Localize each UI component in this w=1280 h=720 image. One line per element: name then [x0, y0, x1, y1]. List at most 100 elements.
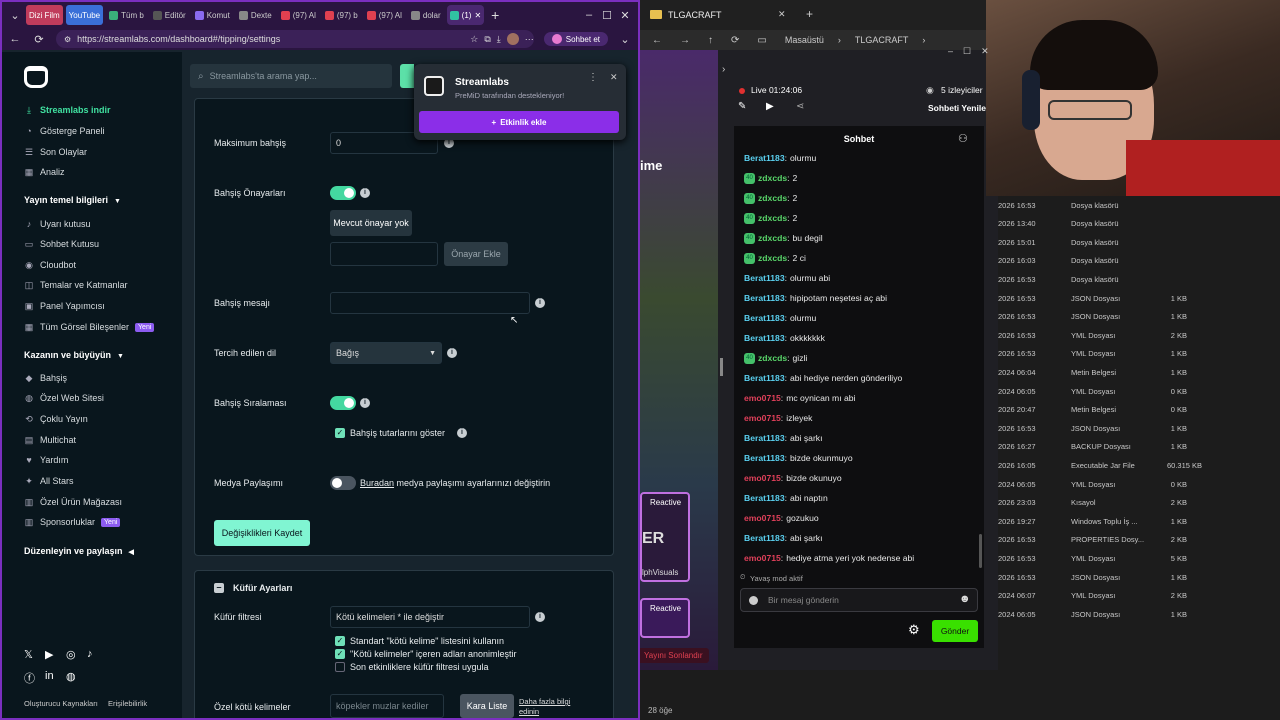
linkedin-icon[interactable]: in: [45, 670, 54, 682]
sidebar-basic-5[interactable]: ▦ Tüm Görsel Bileşenler Yeni: [24, 320, 155, 334]
browser-tab[interactable]: (97) Al: [278, 5, 319, 25]
popup-close-icon[interactable]: ✕: [610, 72, 618, 83]
ex-close[interactable]: ✕: [981, 46, 989, 58]
browser-tab[interactable]: Dexte: [236, 5, 275, 25]
popup-menu-icon[interactable]: ⋮: [588, 72, 598, 83]
file-row[interactable]: 2024 06:05 JSON Dosyası 1 KB: [998, 605, 1280, 623]
sidebar-earn-4[interactable]: ♥ Yardım: [24, 453, 68, 467]
chat-username[interactable]: emo0715: [744, 413, 781, 423]
browser-tab[interactable]: (1) ✕: [446, 5, 485, 25]
footer-link[interactable]: Erişilebilirlik: [108, 699, 147, 708]
explorer-tab-title[interactable]: TLGACRAFT: [668, 10, 722, 20]
explorer-up-icon[interactable]: ↑: [708, 35, 713, 46]
share-icon[interactable]: ⋖: [796, 101, 804, 112]
chat-username[interactable]: zdxcds: [758, 253, 787, 263]
discord-icon[interactable]: ◍: [66, 670, 76, 683]
chat-username[interactable]: Berat1183: [744, 493, 785, 503]
file-row[interactable]: 2026 16:53 YML Dosyası 2 KB: [998, 326, 1280, 344]
ex-minimize[interactable]: –: [948, 46, 953, 58]
profile-avatar[interactable]: [506, 33, 519, 45]
language-select[interactable]: Bağış ▼: [330, 342, 442, 364]
breadcrumb-folder[interactable]: TLGACRAFT: [855, 35, 909, 45]
sidebar-earn-5[interactable]: ✦ All Stars: [24, 474, 73, 488]
filter-select[interactable]: Kötü kelimeleri * ile değiştir: [330, 606, 530, 628]
browser-tab[interactable]: (97) Al: [364, 5, 405, 25]
tiktok-icon[interactable]: ♪: [87, 648, 93, 660]
chat-username[interactable]: Berat1183: [744, 453, 785, 463]
maximize-button[interactable]: ☐: [600, 9, 614, 22]
chat-username[interactable]: zdxcds: [758, 353, 787, 363]
x-icon[interactable]: 𝕏: [24, 648, 33, 661]
chat-scrollbar[interactable]: [979, 534, 982, 568]
file-row[interactable]: 2026 19:27 Windows Toplu İş ... 1 KB: [998, 512, 1280, 530]
collapse-chevron-icon[interactable]: ›: [722, 64, 725, 75]
file-row[interactable]: 2026 16:53 PROPERTIES Dosy... 2 KB: [998, 531, 1280, 549]
sidebar-basic-2[interactable]: ◉ Cloudbot: [24, 258, 76, 272]
sidebar-earn-0[interactable]: ◆ Bahşiş: [24, 371, 67, 385]
chat-username[interactable]: emo0715: [744, 553, 781, 563]
download-icon[interactable]: ⤓: [497, 34, 501, 45]
browser-tab[interactable]: Tüm b: [106, 5, 147, 25]
chat-username[interactable]: zdxcds: [758, 193, 787, 203]
bookmark-star-icon[interactable]: ☆: [470, 34, 478, 45]
file-row[interactable]: 2026 20:47 Metin Belgesi 0 KB: [998, 401, 1280, 419]
file-row[interactable]: 2026 13:40 Dosya klasörü: [998, 215, 1280, 233]
file-row[interactable]: 2026 16:53 JSON Dosyası 1 KB: [998, 289, 1280, 307]
chat-username[interactable]: Berat1183: [744, 313, 785, 323]
section-earn[interactable]: Kazanın ve büyüyün ▼: [24, 350, 124, 360]
file-row[interactable]: 2026 16:05 Executable Jar File 60.315 KB: [998, 456, 1280, 474]
send-button[interactable]: Gönder: [932, 620, 978, 642]
media-toggle[interactable]: [330, 476, 356, 490]
show-amounts-checkbox[interactable]: ✓: [335, 428, 345, 438]
more-info-link[interactable]: Daha fazla bilgi edinin: [519, 697, 579, 717]
youtube-icon[interactable]: ▶: [45, 648, 53, 661]
chat-users-icon[interactable]: ⚇: [958, 132, 968, 145]
chat-username[interactable]: emo0715: [744, 513, 781, 523]
sidebar-item-2[interactable]: ☰ Son Olaylar: [24, 145, 87, 159]
chat-username[interactable]: Berat1183: [744, 373, 785, 383]
instagram-icon[interactable]: ◎: [66, 648, 76, 661]
file-row[interactable]: 2024 06:05 YML Dosyası 0 KB: [998, 382, 1280, 400]
file-row[interactable]: 2026 16:53 JSON Dosyası 1 KB: [998, 308, 1280, 326]
opt1-checkbox[interactable]: ✓: [335, 636, 345, 646]
explorer-tab-close-icon[interactable]: ✕: [778, 9, 786, 20]
file-row[interactable]: 2026 15:01 Dosya klasörü: [998, 233, 1280, 251]
extension-icon[interactable]: ⧉: [484, 34, 490, 45]
explorer-new-tab-icon[interactable]: +: [806, 7, 813, 21]
browser-tab[interactable]: Dizi Film: [26, 5, 63, 25]
sidebar-item-0[interactable]: ⤓ Streamlabs indir: [24, 103, 111, 117]
explorer-monitor-icon[interactable]: ▭: [757, 35, 766, 46]
show-amounts-info-icon[interactable]: i: [457, 428, 467, 438]
chat-username[interactable]: Berat1183: [744, 153, 785, 163]
explorer-back-icon[interactable]: ←: [652, 35, 662, 46]
chat-username[interactable]: Berat1183: [744, 433, 785, 443]
section-share[interactable]: Düzenleyin ve paylaşın ◀: [24, 546, 134, 556]
file-row[interactable]: 2024 06:04 Metin Belgesi 1 KB: [998, 363, 1280, 381]
tab-list-chevron-icon[interactable]: ⌄: [8, 9, 22, 22]
file-row[interactable]: 2026 16:03 Dosya klasörü: [998, 252, 1280, 270]
file-row[interactable]: 2026 16:53 Dosya klasörü: [998, 270, 1280, 288]
chat-username[interactable]: Berat1183: [744, 273, 785, 283]
sidebar-chevron-icon[interactable]: ⌄: [618, 33, 632, 46]
sidebar-earn-1[interactable]: ◍ Özel Web Sitesi: [24, 391, 104, 405]
facebook-icon[interactable]: ⓕ: [24, 670, 35, 686]
preset-amount-input[interactable]: [330, 242, 438, 266]
browser-tab[interactable]: dolar: [408, 5, 444, 25]
pencil-icon[interactable]: ✎: [738, 101, 746, 112]
chat-input[interactable]: Bir mesaj gönderin ☻: [740, 588, 978, 612]
explorer-breadcrumb[interactable]: Masaüstü › TLGACRAFT ›: [785, 35, 926, 45]
ranking-info-icon[interactable]: i: [360, 398, 370, 408]
sidebar-basic-4[interactable]: ▣ Panel Yapımcısı: [24, 299, 105, 313]
chat-username[interactable]: emo0715: [744, 393, 781, 403]
camera-icon[interactable]: ▶: [766, 101, 774, 112]
custom-words-input[interactable]: köpekler muzlar kediler: [330, 694, 444, 718]
file-row[interactable]: 2026 23:03 Kısayol 2 KB: [998, 494, 1280, 512]
file-row[interactable]: 2026 16:53 YML Dosyası 5 KB: [998, 549, 1280, 567]
minimize-button[interactable]: –: [582, 9, 596, 21]
save-changes-button[interactable]: Değişiklikleri Kaydet: [214, 520, 310, 546]
opt3-checkbox[interactable]: [335, 662, 345, 672]
filter-info-icon[interactable]: i: [535, 612, 545, 622]
section-basics[interactable]: Yayın temel bilgileri ▼: [24, 195, 121, 205]
chat-username[interactable]: emo0715: [744, 473, 781, 483]
file-row[interactable]: 2026 16:53 JSON Dosyası 1 KB: [998, 419, 1280, 437]
